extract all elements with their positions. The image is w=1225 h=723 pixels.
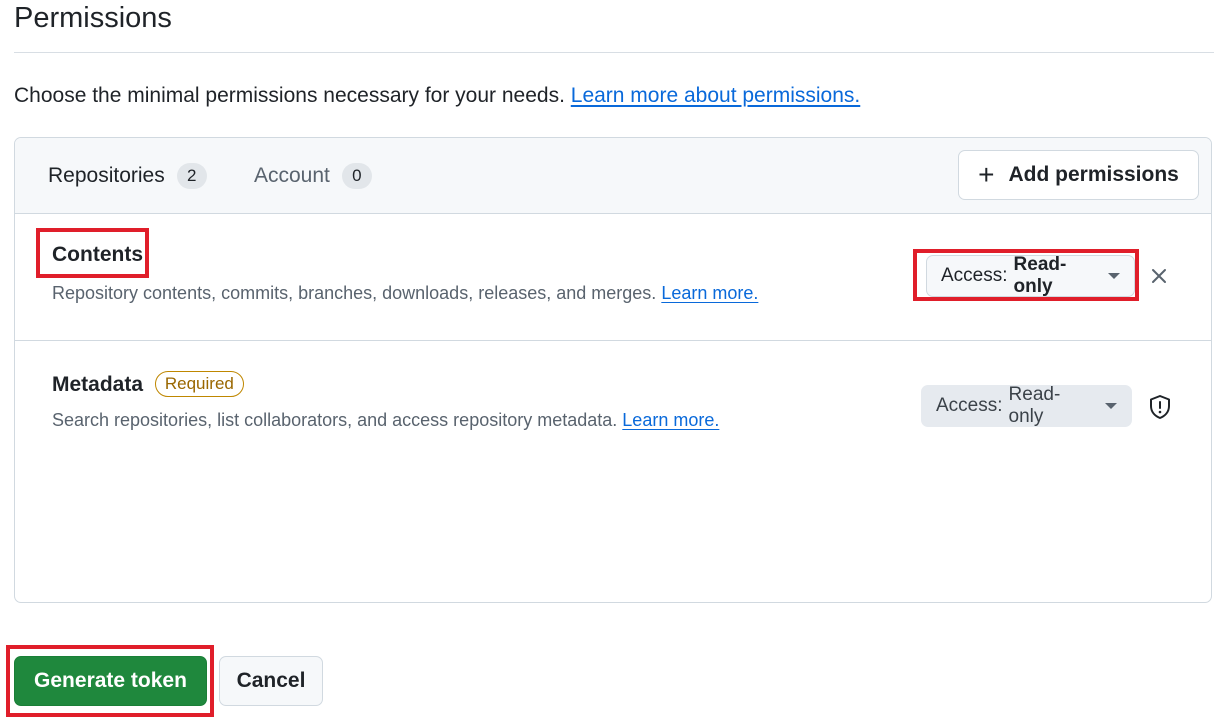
permission-name-metadata-label: Metadata bbox=[52, 373, 144, 396]
generate-token-button[interactable]: Generate token bbox=[14, 656, 207, 706]
permission-description-contents: Repository contents, commits, branches, … bbox=[52, 283, 758, 304]
permission-description-text: Search repositories, list collaborators,… bbox=[52, 410, 618, 430]
add-permissions-label: Add permissions bbox=[1008, 163, 1179, 186]
permission-row-contents: Contents Repository contents, commits, b… bbox=[15, 214, 1211, 341]
required-badge: Required bbox=[154, 371, 244, 397]
caret-down-icon bbox=[1108, 273, 1120, 279]
page-title: Permissions bbox=[14, 2, 172, 34]
caret-down-icon bbox=[1105, 403, 1117, 409]
permission-description-metadata: Search repositories, list collaborators,… bbox=[52, 410, 719, 431]
tab-repositories[interactable]: Repositories 2 bbox=[48, 163, 207, 189]
permission-row-metadata: Metadata Required Search repositories, l… bbox=[15, 341, 1211, 468]
access-value: Read-only bbox=[1013, 254, 1067, 297]
close-icon[interactable] bbox=[1149, 266, 1169, 286]
cancel-button[interactable]: Cancel bbox=[219, 656, 323, 706]
access-prefix: Access: bbox=[941, 265, 1008, 286]
tab-repositories-count: 2 bbox=[176, 163, 207, 189]
permission-name-metadata: Metadata Required bbox=[52, 371, 244, 397]
permissions-panel: Repositories 2 Account 0 + Add permissio… bbox=[14, 137, 1212, 603]
tab-account-label: Account bbox=[254, 164, 330, 187]
permissions-tabs-header: Repositories 2 Account 0 + Add permissio… bbox=[15, 138, 1211, 214]
metadata-learn-more-link[interactable]: Learn more. bbox=[622, 410, 719, 430]
permission-description-text: Repository contents, commits, branches, … bbox=[52, 283, 657, 303]
metadata-access-select: Access: Read-only bbox=[921, 384, 1132, 427]
permission-name-contents: Contents bbox=[52, 243, 143, 266]
access-prefix: Access: bbox=[936, 395, 1003, 416]
tab-repositories-label: Repositories bbox=[48, 164, 165, 187]
tab-account[interactable]: Account 0 bbox=[254, 163, 372, 189]
intro-description: Choose the minimal permissions necessary… bbox=[14, 84, 565, 107]
contents-access-select[interactable]: Access: Read-only bbox=[926, 254, 1135, 297]
access-value: Read-only bbox=[1008, 384, 1061, 427]
contents-learn-more-link[interactable]: Learn more. bbox=[661, 283, 758, 303]
shield-icon bbox=[1150, 395, 1170, 419]
tab-account-count: 0 bbox=[341, 163, 372, 189]
learn-more-permissions-link[interactable]: Learn more about permissions. bbox=[571, 84, 860, 107]
plus-icon: + bbox=[978, 159, 995, 190]
title-divider bbox=[14, 52, 1214, 53]
add-permissions-button[interactable]: + Add permissions bbox=[958, 150, 1199, 200]
intro-text: Choose the minimal permissions necessary… bbox=[14, 84, 860, 108]
